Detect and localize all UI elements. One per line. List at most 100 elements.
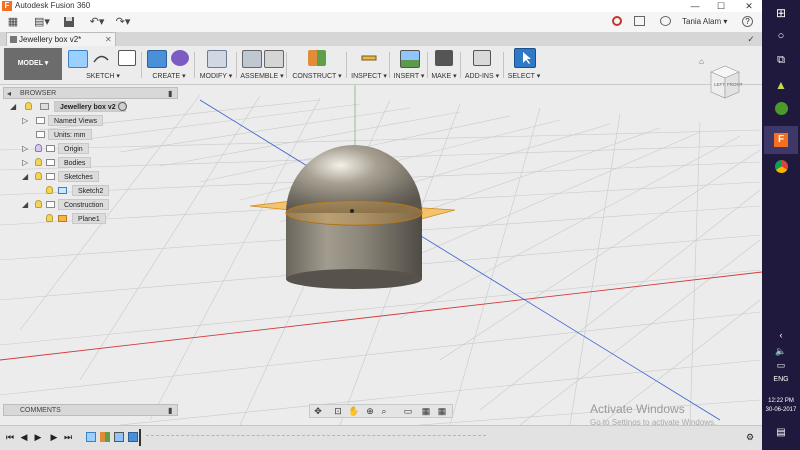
user-account-menu[interactable]: Tania Alam ▾ [682,15,727,29]
assemble-group[interactable]: ASSEMBLE ▾ [240,50,284,80]
orbit-icon[interactable]: ✥ [312,405,324,417]
timeline-settings-gear-icon[interactable]: ⚙ [744,431,756,443]
sketch-group[interactable]: SKETCH ▾ [66,50,140,80]
expand-triangle-icon[interactable]: ▷ [22,144,28,153]
step-back-icon[interactable]: ◀ [18,431,30,443]
timeline-sketch2-feature-icon[interactable] [114,432,124,442]
file-menu-button[interactable]: ▤▾ [30,14,54,30]
create-group[interactable]: CREATE ▾ [145,50,193,80]
addins-menu-label[interactable]: ADD-INS ▾ [463,72,501,80]
browser-item-bodies[interactable]: ▷ Bodies [22,157,182,168]
visibility-bulb-icon[interactable] [46,214,53,222]
browser-panel-header[interactable]: ◂ BROWSER ▮ [3,87,178,99]
comments-pin-icon[interactable]: ▮ [168,405,172,416]
insert-group[interactable]: INSERT ▾ [392,50,426,80]
press-pull-icon[interactable] [207,50,227,68]
go-to-start-icon[interactable]: ⏮ [4,431,16,443]
input-language-indicator[interactable]: ENG [762,376,800,383]
visibility-bulb-icon[interactable] [35,172,42,180]
browser-root-node[interactable]: ◢ Jewellery box v2 [10,101,180,112]
create-form-icon[interactable] [171,50,189,66]
fusion-taskbar-button[interactable]: F [764,126,798,154]
search-cortana-icon[interactable]: ○ [762,30,800,42]
offset-plane-icon[interactable] [308,50,326,66]
job-status-icon[interactable] [634,16,645,26]
3d-print-icon[interactable] [435,50,453,66]
new-component-icon[interactable] [242,50,262,68]
step-forward-icon[interactable]: ▶ [48,431,60,443]
timeline-sketch-feature-icon[interactable] [86,432,96,442]
construct-menu-label[interactable]: CONSTRUCT ▾ [290,72,344,80]
fit-zoom-icon[interactable]: ⌕ [378,405,390,417]
collapse-triangle-icon[interactable]: ◢ [22,200,28,209]
addins-group[interactable]: ADD-INS ▾ [463,50,501,80]
visibility-bulb-icon[interactable] [35,144,42,152]
clock-time[interactable]: 12:22 PM [762,398,800,404]
play-icon[interactable]: ▶ [32,431,44,443]
inspect-group[interactable]: INSPECT ▾ [350,50,388,80]
browser-item-named-views[interactable]: ▷ Named Views [22,115,182,126]
pinned-app-icon[interactable]: ▲ [762,78,800,92]
home-view-icon[interactable]: ⌂ [699,58,707,66]
clock-date[interactable]: 30-06-2017 [762,407,800,413]
grid-settings-icon[interactable]: ▦ [420,405,432,417]
network-icon[interactable]: ▭ [762,360,800,371]
visibility-bulb-icon[interactable] [46,186,53,194]
visibility-bulb-icon[interactable] [35,158,42,166]
document-tab[interactable]: Jewellery box v2* ✕ [6,32,116,46]
sketch-menu-label[interactable]: SKETCH ▾ [66,72,140,80]
comments-panel-header[interactable]: COMMENTS ▮ [3,404,178,416]
record-icon[interactable] [612,16,622,26]
insert-menu-label[interactable]: INSERT ▾ [392,72,426,80]
task-view-icon[interactable]: ⧉ [762,54,800,67]
minimize-button[interactable]: — [684,0,706,12]
timeline-marker[interactable] [139,429,141,446]
line-tool-icon[interactable] [92,50,110,66]
close-button[interactable]: ✕ [738,0,760,12]
browser-item-sketch2[interactable]: Sketch2 [44,185,184,196]
make-menu-label[interactable]: MAKE ▾ [430,72,458,80]
pinned-green-app-icon[interactable] [762,102,800,118]
collapse-browser-icon[interactable]: ◂ [7,88,11,99]
look-at-icon[interactable]: ⊡ [332,405,344,417]
browser-item-units[interactable]: Units: mm [22,129,182,140]
view-cube[interactable]: LEFT FRONT [705,62,745,102]
scripts-addins-icon[interactable] [473,50,491,66]
maximize-button[interactable]: ☐ [710,0,732,12]
undo-button[interactable]: ↶▾ [86,14,108,30]
pan-hand-icon[interactable]: ✋ [348,405,360,417]
start-windows-icon[interactable]: ⊞ [762,6,800,20]
expand-triangle-icon[interactable]: ▷ [22,116,28,125]
create-menu-label[interactable]: CREATE ▾ [145,72,193,80]
chrome-browser-icon[interactable] [762,160,800,176]
rectangle-tool-icon[interactable] [118,50,136,66]
browser-pin-icon[interactable]: ▮ [168,88,172,99]
visibility-bulb-icon[interactable] [35,200,42,208]
go-to-end-icon[interactable]: ⏭ [62,431,74,443]
construct-group[interactable]: CONSTRUCT ▾ [290,50,344,80]
select-group[interactable]: SELECT ▾ [506,48,542,80]
joint-icon[interactable] [264,50,284,68]
visibility-bulb-icon[interactable] [25,102,32,110]
redo-button[interactable]: ↷▾ [112,14,134,30]
browser-item-plane1[interactable]: Plane1 [44,213,184,224]
expand-triangle-icon[interactable]: ▷ [22,158,28,167]
timeline-revolve-feature-icon[interactable] [128,432,138,442]
timeline-plane-feature-icon[interactable] [100,432,110,442]
action-center-icon[interactable]: ▤ [762,427,800,438]
display-settings-icon[interactable]: ▭ [402,405,414,417]
zoom-icon[interactable]: ⊕ [364,405,376,417]
insert-image-icon[interactable] [400,50,420,68]
assemble-menu-label[interactable]: ASSEMBLE ▾ [240,72,284,80]
save-icon[interactable] [60,14,78,30]
viewports-icon[interactable]: ▦ [436,405,448,417]
make-group[interactable]: MAKE ▾ [430,50,458,80]
timeline-track[interactable] [146,435,486,440]
inspect-menu-label[interactable]: INSPECT ▾ [350,72,388,80]
measure-icon[interactable] [360,50,378,66]
collapse-triangle-icon[interactable]: ◢ [22,172,28,181]
browser-item-origin[interactable]: ▷ Origin [22,143,182,154]
modify-group[interactable]: MODIFY ▾ [198,50,234,80]
help-icon[interactable]: ? [742,16,753,27]
clock-icon[interactable] [660,16,671,26]
